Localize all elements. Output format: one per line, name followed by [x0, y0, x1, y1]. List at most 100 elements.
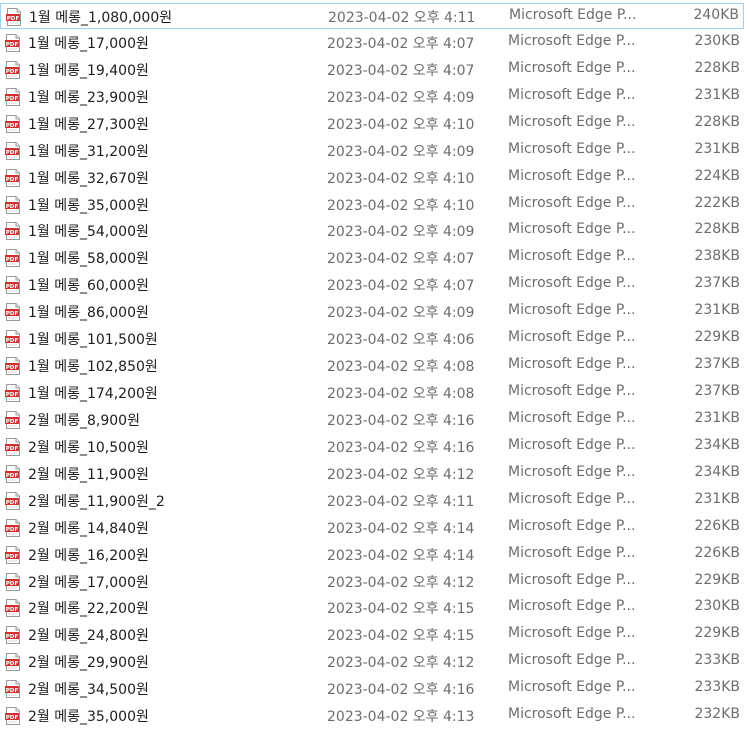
pdf-file-icon: PDF — [5, 168, 21, 187]
pdf-file-icon: PDF — [5, 653, 21, 672]
file-row[interactable]: PDF 2월 메롱_8,900원 2023-04-02 오후 4:16 Micr… — [0, 407, 744, 433]
file-size: 231KB — [694, 140, 740, 157]
svg-text:PDF: PDF — [6, 607, 19, 613]
file-row[interactable]: PDF 2월 메롱_24,800원 2023-04-02 오후 4:15 Mic… — [0, 622, 744, 648]
file-type: Microsoft Edge P... — [508, 625, 636, 642]
file-date-modified: 2023-04-02 오후 4:13 — [327, 709, 475, 726]
svg-text:PDF: PDF — [6, 149, 19, 155]
file-name: 2월 메롱_29,900원 — [28, 655, 149, 672]
pdf-file-icon: PDF — [5, 33, 21, 52]
file-size: 237KB — [694, 383, 740, 400]
file-size: 226KB — [694, 544, 740, 561]
file-name: 2월 메롱_8,900원 — [28, 412, 140, 429]
pdf-file-icon: PDF — [5, 545, 21, 564]
file-list: PDF 1월 메롱_1,080,000원 2023-04-02 오후 4:11 … — [0, 0, 749, 730]
file-row[interactable]: PDF 1월 메롱_86,000원 2023-04-02 오후 4:09 Mic… — [0, 299, 744, 325]
file-date-modified: 2023-04-02 오후 4:07 — [327, 35, 475, 52]
file-row[interactable]: PDF 2월 메롱_22,200원 2023-04-02 오후 4:15 Mic… — [0, 595, 744, 621]
file-size: 231KB — [694, 86, 740, 103]
file-date-modified: 2023-04-02 오후 4:12 — [327, 655, 475, 672]
file-name: 1월 메롱_54,000원 — [28, 224, 149, 241]
file-row[interactable]: PDF 1월 메롱_32,670원 2023-04-02 오후 4:10 Mic… — [0, 165, 744, 191]
svg-text:PDF: PDF — [6, 419, 19, 425]
file-name: 2월 메롱_35,000원 — [28, 709, 149, 726]
svg-text:PDF: PDF — [6, 526, 19, 532]
file-row[interactable]: PDF 2월 메롱_11,900원_2 2023-04-02 오후 4:11 M… — [0, 488, 744, 514]
file-type: Microsoft Edge P... — [508, 652, 636, 669]
file-type: Microsoft Edge P... — [508, 679, 636, 696]
file-type: Microsoft Edge P... — [508, 86, 636, 103]
file-date-modified: 2023-04-02 오후 4:07 — [327, 62, 475, 79]
file-row[interactable]: PDF 2월 메롱_17,000원 2023-04-02 오후 4:12 Mic… — [0, 569, 744, 595]
file-name: 2월 메롱_34,500원 — [28, 682, 149, 699]
file-type: Microsoft Edge P... — [508, 706, 636, 723]
svg-text:PDF: PDF — [6, 257, 19, 263]
file-row[interactable]: PDF 1월 메롱_58,000원 2023-04-02 오후 4:07 Mic… — [0, 245, 744, 271]
file-row[interactable]: PDF 2월 메롱_16,200원 2023-04-02 오후 4:14 Mic… — [0, 542, 744, 568]
file-type: Microsoft Edge P... — [508, 544, 636, 561]
file-date-modified: 2023-04-02 오후 4:16 — [327, 412, 475, 429]
file-row[interactable]: PDF 1월 메롱_101,500원 2023-04-02 오후 4:06 Mi… — [0, 326, 744, 352]
file-row[interactable]: PDF 1월 메롱_174,200원 2023-04-02 오후 4:08 Mi… — [0, 380, 744, 406]
file-type: Microsoft Edge P... — [509, 7, 637, 23]
file-row[interactable]: PDF 1월 메롱_54,000원 2023-04-02 오후 4:09 Mic… — [0, 218, 744, 244]
file-date-modified: 2023-04-02 오후 4:12 — [327, 466, 475, 483]
pdf-file-icon: PDF — [5, 141, 21, 160]
file-type: Microsoft Edge P... — [508, 517, 636, 534]
file-type: Microsoft Edge P... — [508, 383, 636, 400]
file-row[interactable]: PDF 2월 메롱_10,500원 2023-04-02 오후 4:16 Mic… — [0, 434, 744, 460]
file-type: Microsoft Edge P... — [508, 409, 636, 426]
file-row[interactable]: PDF 2월 메롱_11,900원 2023-04-02 오후 4:12 Mic… — [0, 461, 744, 487]
pdf-file-icon: PDF — [5, 60, 21, 79]
pdf-file-icon: PDF — [5, 87, 21, 106]
file-row[interactable]: PDF 1월 메롱_23,900원 2023-04-02 오후 4:09 Mic… — [0, 84, 744, 110]
file-date-modified: 2023-04-02 오후 4:10 — [327, 197, 475, 214]
file-row[interactable]: PDF 2월 메롱_34,500원 2023-04-02 오후 4:16 Mic… — [0, 676, 744, 702]
file-size: 229KB — [694, 571, 740, 588]
file-row[interactable]: PDF 1월 메롱_1,080,000원 2023-04-02 오후 4:11 … — [0, 3, 744, 29]
file-size: 229KB — [694, 625, 740, 642]
file-size: 230KB — [694, 598, 740, 615]
file-row[interactable]: PDF 2월 메롱_29,900원 2023-04-02 오후 4:12 Mic… — [0, 649, 744, 675]
svg-text:PDF: PDF — [6, 553, 19, 559]
file-type: Microsoft Edge P... — [508, 32, 636, 49]
file-type: Microsoft Edge P... — [508, 221, 636, 238]
svg-text:PDF: PDF — [6, 176, 19, 182]
file-row[interactable]: PDF 1월 메롱_27,300원 2023-04-02 오후 4:10 Mic… — [0, 111, 744, 137]
pdf-file-icon: PDF — [5, 222, 21, 241]
svg-text:PDF: PDF — [6, 69, 19, 75]
svg-text:PDF: PDF — [7, 16, 20, 22]
file-size: 224KB — [694, 167, 740, 184]
svg-text:PDF: PDF — [6, 96, 19, 102]
file-size: 233KB — [694, 652, 740, 669]
pdf-file-icon: PDF — [6, 8, 22, 26]
svg-text:PDF: PDF — [6, 580, 19, 586]
file-size: 231KB — [694, 302, 740, 319]
svg-text:PDF: PDF — [6, 634, 19, 640]
file-row[interactable]: PDF 2월 메롱_35,000원 2023-04-02 오후 4:13 Mic… — [0, 703, 744, 729]
file-row[interactable]: PDF 1월 메롱_31,200원 2023-04-02 오후 4:09 Mic… — [0, 138, 744, 164]
file-name: 1월 메롱_1,080,000원 — [29, 10, 173, 26]
file-date-modified: 2023-04-02 오후 4:07 — [327, 278, 475, 295]
svg-text:PDF: PDF — [6, 203, 19, 209]
file-row[interactable]: PDF 1월 메롱_17,000원 2023-04-02 오후 4:07 Mic… — [0, 30, 744, 56]
file-row[interactable]: PDF 1월 메롱_19,400원 2023-04-02 오후 4:07 Mic… — [0, 57, 744, 83]
svg-text:PDF: PDF — [6, 338, 19, 344]
file-row[interactable]: PDF 1월 메롱_35,000원 2023-04-02 오후 4:10 Mic… — [0, 192, 744, 218]
file-row[interactable]: PDF 2월 메롱_14,840원 2023-04-02 오후 4:14 Mic… — [0, 515, 744, 541]
file-size: 234KB — [694, 436, 740, 453]
pdf-file-icon: PDF — [5, 276, 21, 295]
file-row[interactable]: PDF 1월 메롱_102,850원 2023-04-02 오후 4:08 Mi… — [0, 353, 744, 379]
file-date-modified: 2023-04-02 오후 4:08 — [327, 386, 475, 403]
file-date-modified: 2023-04-02 오후 4:07 — [327, 251, 475, 268]
file-type: Microsoft Edge P... — [508, 490, 636, 507]
pdf-file-icon: PDF — [5, 114, 21, 133]
file-size: 237KB — [694, 356, 740, 373]
file-size: 231KB — [694, 490, 740, 507]
file-type: Microsoft Edge P... — [508, 598, 636, 615]
file-date-modified: 2023-04-02 오후 4:06 — [327, 332, 475, 349]
pdf-file-icon: PDF — [5, 707, 21, 726]
file-type: Microsoft Edge P... — [508, 167, 636, 184]
file-row[interactable]: PDF 1월 메롱_60,000원 2023-04-02 오후 4:07 Mic… — [0, 272, 744, 298]
file-type: Microsoft Edge P... — [508, 302, 636, 319]
